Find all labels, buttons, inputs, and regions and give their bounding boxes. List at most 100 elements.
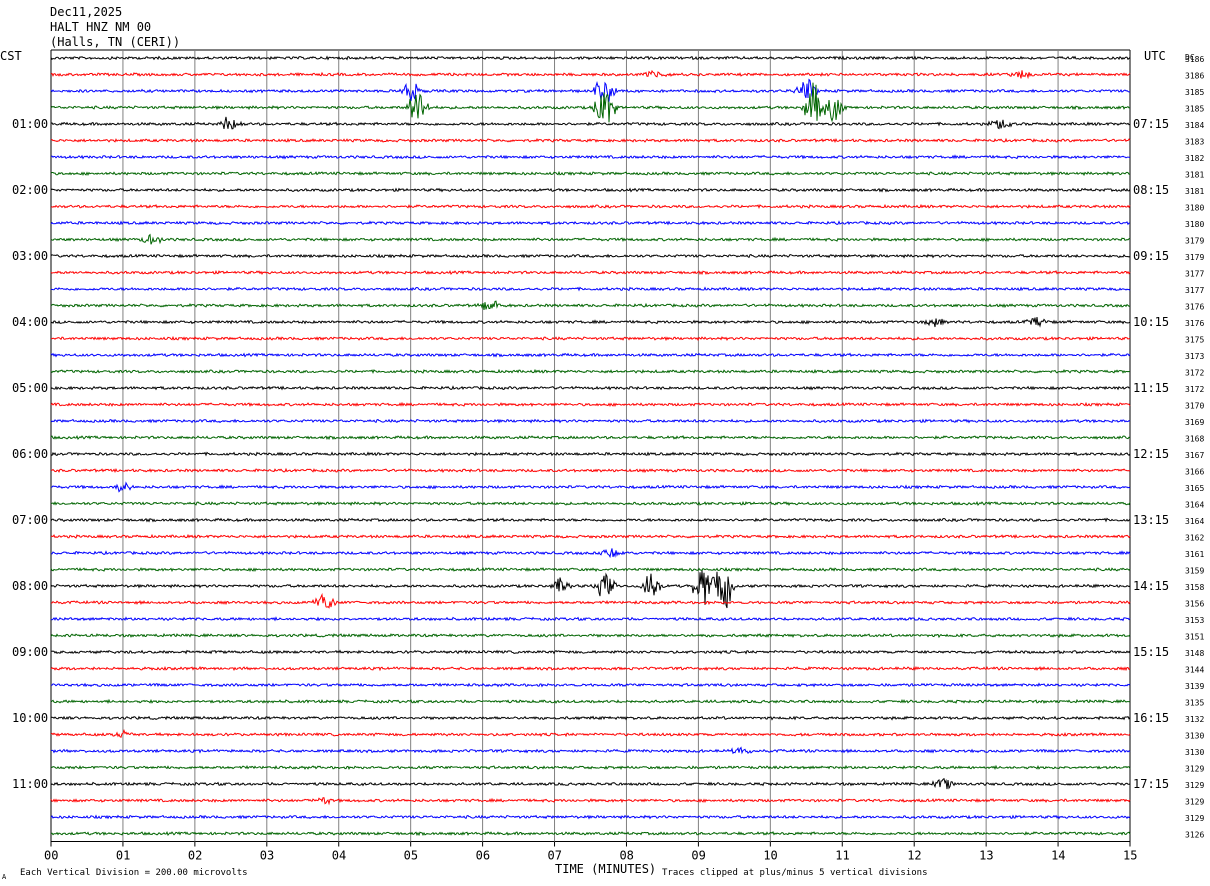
trace-line [50,187,1131,193]
dc-value-label: 3185 [1185,105,1204,114]
trace-line [50,451,1131,457]
trace-line [50,715,1131,721]
dc-value-label: 3166 [1185,468,1204,477]
left-hour-label: 05:00 [12,381,48,395]
x-tick-label: 00 [44,849,58,863]
dc-value-label: 3179 [1185,237,1204,246]
trace-line [50,116,1131,130]
trace-line [50,154,1131,160]
dc-value-label: 3126 [1185,831,1204,840]
x-tick-label: 09 [691,849,705,863]
x-tick-label: 06 [476,849,490,863]
left-hour-label: 02:00 [12,183,48,197]
left-hour-label: 06:00 [12,447,48,461]
left-hour-label: 07:00 [12,513,48,527]
x-tick-label: 11 [835,849,849,863]
trace-line [50,649,1131,655]
right-hour-label: 09:15 [1133,249,1169,263]
dc-offset-axis: 3186318631853185318431833182318131813180… [1185,55,1204,840]
dc-value-label: 3173 [1185,352,1204,361]
left-hour-label: 10:00 [12,711,48,725]
x-tick-label: 01 [116,849,130,863]
right-hour-label: 12:15 [1133,447,1169,461]
x-tick-label: 02 [188,849,202,863]
trace-line [50,78,1131,102]
trace-line [50,300,1131,310]
dc-value-label: 3129 [1185,798,1204,807]
dc-value-label: 3144 [1185,666,1204,675]
trace-line [50,548,1131,559]
x-axis: 00 01 02 03 04 05 06 07 08 09 10 11 12 13 14 15 [44,841,1137,863]
dc-value-label: 3129 [1185,765,1204,774]
left-hour-label: 04:00 [12,315,48,329]
trace-line [50,233,1131,245]
dc-value-label: 3130 [1185,732,1204,741]
dc-header-label: DC [1185,53,1195,62]
trace-line [50,335,1131,342]
left-hour-label: 03:00 [12,249,48,263]
dc-value-label: 3181 [1185,171,1204,180]
trace-line [50,533,1131,539]
x-tick-label: 04 [332,849,346,863]
x-tick-label: 14 [1051,849,1065,863]
right-hour-label: 17:15 [1133,777,1169,791]
dc-value-label: 3181 [1185,187,1204,196]
trace-line [50,385,1131,391]
right-hour-label: 11:15 [1133,381,1169,395]
dc-value-label: 3135 [1185,699,1204,708]
footer-corner-mark: A [2,873,7,881]
trace-line [50,632,1131,639]
dc-value-label: 3177 [1185,270,1204,279]
dc-value-label: 3148 [1185,649,1204,658]
plot-grid [50,49,1131,842]
trace-line [50,830,1131,837]
trace-line [50,746,1131,755]
trace-line [50,592,1131,609]
seismogram-chart: 00 01 02 03 04 05 06 07 08 09 10 11 12 13 14 15 01:00 02… [0,49,1204,881]
dc-value-label: 3129 [1185,781,1204,790]
dc-value-label: 3180 [1185,220,1204,229]
trace-line [50,665,1131,672]
footer-clip-note: Traces clipped at plus/minus 5 vertical … [662,868,928,878]
dc-value-label: 3172 [1185,385,1204,394]
trace-line [50,728,1131,738]
dc-value-label: 3159 [1185,567,1204,576]
x-tick-label: 15 [1123,849,1137,863]
trace-line [50,616,1131,622]
x-tick-label: 07 [548,849,562,863]
trace-line [50,69,1131,80]
right-hour-label: 07:15 [1133,117,1169,131]
dc-value-label: 3151 [1185,633,1204,642]
dc-value-label: 3185 [1185,88,1204,97]
dc-value-label: 3139 [1185,682,1204,691]
right-hour-label: 08:15 [1133,183,1169,197]
trace-line [50,481,1131,493]
dc-value-label: 3129 [1185,814,1204,823]
trace-line [50,220,1131,226]
dc-value-label: 3165 [1185,484,1204,493]
dc-value-label: 3161 [1185,550,1204,559]
x-tick-label: 13 [979,849,993,863]
x-tick-label: 10 [763,849,777,863]
right-time-axis: 07:15 08:15 09:15 10:15 11:15 12:15 13:15 14:15… [1133,117,1169,791]
footer-scale-note: Each Vertical Division = 200.00 microvol… [20,868,248,878]
dc-value-label: 3182 [1185,154,1204,163]
trace-line [50,137,1131,143]
dc-value-label: 3164 [1185,501,1204,510]
right-hour-label: 14:15 [1133,579,1169,593]
x-tick-label: 05 [404,849,418,863]
dc-value-label: 3180 [1185,204,1204,213]
trace-line [50,500,1131,507]
dc-value-label: 3162 [1185,534,1204,543]
trace-line [50,352,1131,358]
trace-line [50,517,1131,523]
trace-line [50,797,1131,806]
dc-value-label: 3176 [1185,319,1204,328]
dc-value-label: 3170 [1185,402,1204,411]
left-hour-label: 11:00 [12,777,48,791]
dc-value-label: 3158 [1185,583,1204,592]
dc-value-label: 3168 [1185,435,1204,444]
dc-value-label: 3179 [1185,253,1204,262]
x-tick-label: 03 [260,849,274,863]
right-hour-label: 10:15 [1133,315,1169,329]
